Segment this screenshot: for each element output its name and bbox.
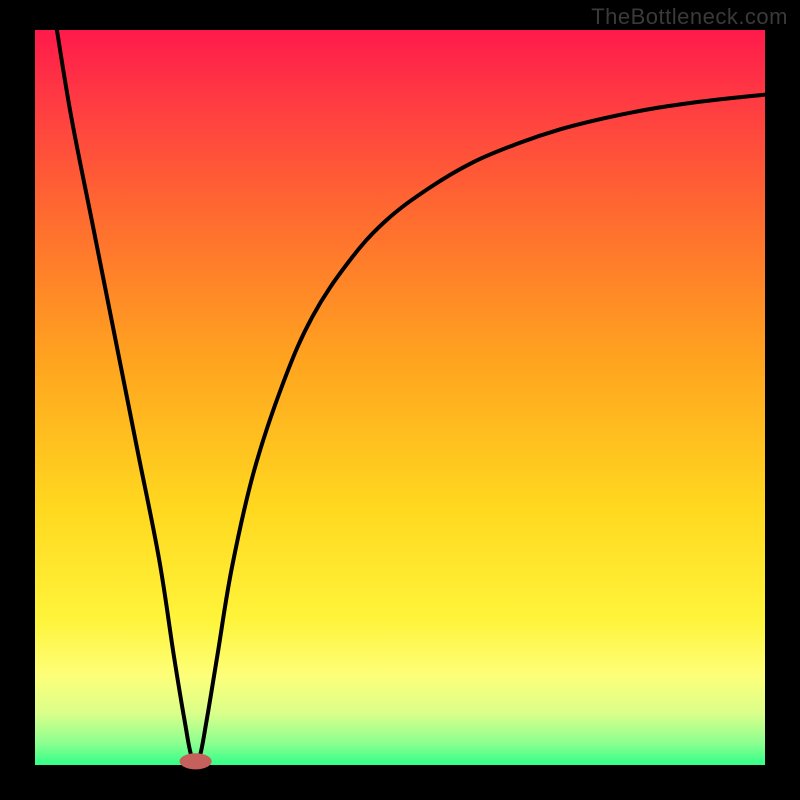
chart-frame: TheBottleneck.com	[0, 0, 800, 800]
optimal-point-marker	[180, 753, 212, 769]
watermark-text: TheBottleneck.com	[591, 4, 788, 30]
bottleneck-chart	[0, 0, 800, 800]
plot-background	[35, 30, 765, 765]
